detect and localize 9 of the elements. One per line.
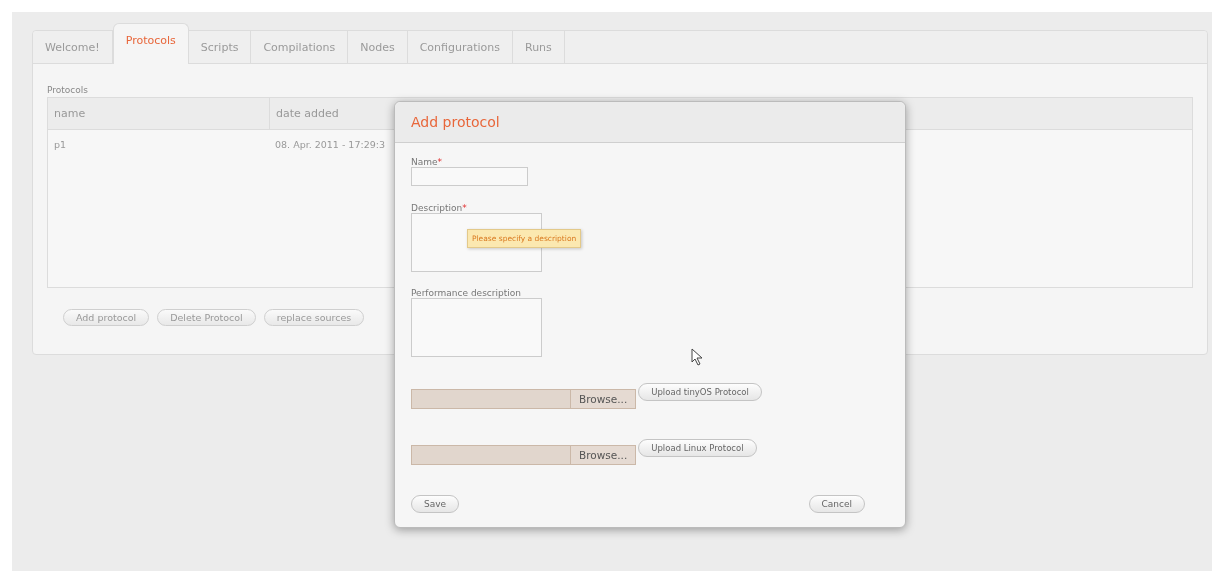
column-header: name — [48, 98, 270, 129]
table-cell-text: 08. Apr. 2011 - 17:29:3 — [274, 137, 386, 152]
table-cell-text: p1 — [53, 137, 68, 152]
column-header: date added — [275, 106, 340, 122]
dialog-title: Add protocol — [411, 114, 500, 130]
field-label: Performance description — [411, 288, 521, 298]
field-label: Description* — [411, 203, 467, 213]
section-title: Protocols — [47, 85, 88, 95]
field-label: Name* — [411, 157, 443, 167]
